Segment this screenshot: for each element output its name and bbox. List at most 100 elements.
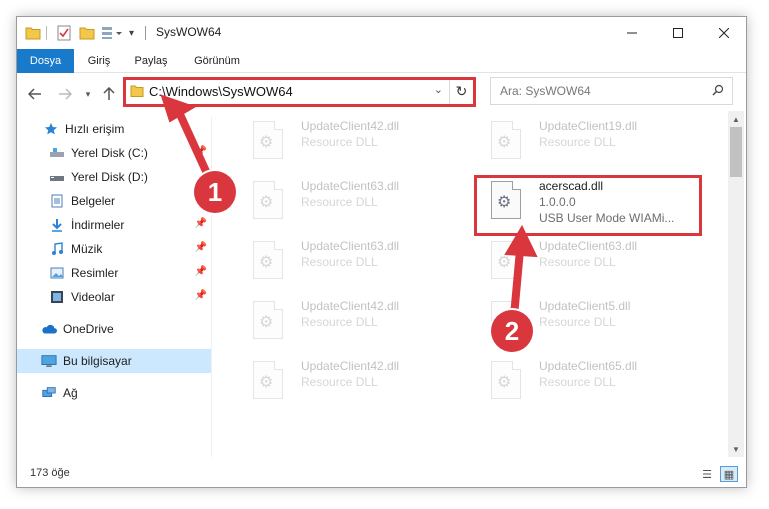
file-item[interactable]: ⚙ UpdateClient42.dll Resource DLL — [233, 297, 455, 351]
forward-button[interactable] — [55, 84, 75, 104]
sidebar-item-network[interactable]: Ağ — [17, 381, 211, 405]
music-icon — [49, 241, 65, 257]
sidebar-item-label: Müzik — [71, 242, 103, 256]
cloud-icon — [41, 321, 57, 337]
file-name: UpdateClient63.dll — [301, 239, 400, 253]
file-type: Resource DLL — [539, 135, 616, 149]
sidebar-item-label: Ağ — [63, 386, 78, 400]
file-highlight-box — [474, 175, 702, 236]
close-button[interactable] — [701, 17, 746, 49]
explorer-window: ▾ SysWOW64 Dosya Giriş Paylaş Görünüm ▾ … — [16, 16, 747, 488]
customize-toolbar-icon[interactable] — [101, 24, 123, 42]
file-name: UpdateClient19.dll — [539, 119, 638, 133]
file-item[interactable]: ⚙ UpdateClient19.dll Resource DLL — [471, 117, 693, 171]
title-divider — [145, 26, 146, 40]
sidebar-item-label: İndirmeler — [71, 218, 125, 232]
pin-icon[interactable]: 📌 — [195, 290, 207, 301]
file-item[interactable]: ⚙ UpdateClient63.dll Resource DLL — [471, 237, 693, 291]
sidebar-item-pictures[interactable]: Resimler 📌 — [17, 261, 211, 285]
file-item[interactable]: ⚙ UpdateClient63.dll Resource DLL — [233, 177, 455, 231]
status-bar: 173 öğe ☰ ▦ — [17, 463, 746, 487]
sidebar-item-label: Resimler — [71, 266, 119, 280]
file-item[interactable]: ⚙ UpdateClient65.dll Resource DLL — [471, 357, 693, 411]
sidebar-item-label: Hızlı erişim — [65, 122, 125, 136]
file-name: UpdateClient65.dll — [539, 359, 638, 373]
dll-file-icon: ⚙ — [491, 241, 521, 279]
file-type: Resource DLL — [539, 255, 616, 269]
file-name: UpdateClient63.dll — [539, 239, 638, 253]
scroll-down-icon[interactable]: ▼ — [728, 441, 744, 457]
dll-file-icon: ⚙ — [253, 301, 283, 339]
sidebar-item-downloads[interactable]: İndirmeler 📌 — [17, 213, 211, 237]
download-icon — [49, 217, 65, 233]
sidebar-item-documents[interactable]: Belgeler 📌 — [17, 189, 211, 213]
callout-step-2: 2 — [491, 310, 533, 352]
sidebar-item-videos[interactable]: Videolar 📌 — [17, 285, 211, 309]
sidebar-item-onedrive[interactable]: OneDrive — [17, 317, 211, 341]
recent-locations-button[interactable]: ▾ — [78, 84, 98, 104]
sidebar-item-this-pc[interactable]: Bu bilgisayar — [17, 349, 211, 373]
window-title: SysWOW64 — [156, 25, 222, 39]
navigation-pane: Hızlı erişim Yerel Disk (C:) 📌 Yerel Dis… — [17, 117, 211, 457]
pin-icon[interactable]: 📌 — [195, 146, 207, 157]
file-item[interactable]: ⚙ UpdateClient63.dll Resource DLL — [233, 237, 455, 291]
sidebar-item-quick-access[interactable]: Hızlı erişim — [17, 117, 211, 141]
network-icon — [41, 385, 57, 401]
sidebar-item-label: Yerel Disk (C:) — [71, 146, 148, 160]
drive-icon — [49, 169, 65, 185]
file-name: UpdateClient5.dll — [539, 299, 631, 313]
chevron-down-icon[interactable]: ▾ — [129, 24, 134, 42]
sidebar-item-music[interactable]: Müzik 📌 — [17, 237, 211, 261]
file-type: Resource DLL — [301, 315, 378, 329]
pin-icon[interactable]: 📌 — [195, 218, 207, 229]
scroll-thumb[interactable] — [730, 127, 742, 177]
search-placeholder[interactable]: Ara: SysWOW64 — [500, 84, 591, 98]
large-icons-view-icon[interactable]: ▦ — [720, 466, 738, 482]
file-item[interactable]: ⚙ UpdateClient42.dll Resource DLL — [233, 357, 455, 411]
back-button[interactable] — [25, 84, 45, 104]
up-button[interactable] — [99, 84, 119, 104]
maximize-button[interactable] — [655, 17, 701, 49]
sidebar-item-disk-d[interactable]: Yerel Disk (D:) — [17, 165, 211, 189]
minimize-button[interactable] — [609, 17, 655, 49]
file-name: UpdateClient63.dll — [301, 179, 400, 193]
dll-file-icon: ⚙ — [491, 361, 521, 399]
sidebar-item-label: Bu bilgisayar — [63, 354, 132, 368]
tab-giris[interactable]: Giriş — [79, 49, 119, 73]
dll-file-icon: ⚙ — [253, 241, 283, 279]
title-bar: ▾ SysWOW64 — [17, 17, 746, 49]
dll-file-icon: ⚙ — [253, 121, 283, 159]
file-name: UpdateClient42.dll — [301, 119, 400, 133]
star-icon — [43, 121, 59, 137]
vertical-scrollbar[interactable]: ▲ ▼ — [728, 111, 744, 457]
sidebar-item-label: OneDrive — [63, 322, 114, 336]
quick-access-divider — [46, 26, 47, 40]
sidebar-item-disk-c[interactable]: Yerel Disk (C:) 📌 — [17, 141, 211, 165]
file-list: ⚙ UpdateClient42.dll Resource DLL ⚙ Upda… — [213, 117, 728, 457]
drive-icon — [49, 145, 65, 161]
item-count: 173 öğe — [30, 467, 70, 479]
dll-file-icon: ⚙ — [253, 181, 283, 219]
pin-icon[interactable]: 📌 — [195, 242, 207, 253]
file-type: Resource DLL — [301, 375, 378, 389]
pictures-icon — [49, 265, 65, 281]
search-icon[interactable] — [712, 84, 724, 99]
tab-dosya[interactable]: Dosya — [17, 49, 74, 73]
pane-divider[interactable] — [211, 117, 212, 457]
file-type: Resource DLL — [539, 375, 616, 389]
documents-icon — [49, 193, 65, 209]
details-view-icon[interactable]: ☰ — [698, 466, 716, 482]
tab-paylas[interactable]: Paylaş — [127, 49, 175, 73]
pin-icon[interactable]: 📌 — [195, 266, 207, 277]
search-box[interactable]: Ara: SysWOW64 — [490, 77, 733, 105]
file-type: Resource DLL — [301, 255, 378, 269]
sidebar-item-label: Videolar — [71, 290, 115, 304]
ribbon-tabs: Dosya Giriş Paylaş Görünüm — [17, 49, 746, 73]
scroll-up-icon[interactable]: ▲ — [728, 111, 744, 127]
file-item[interactable]: ⚙ UpdateClient42.dll Resource DLL — [233, 117, 455, 171]
tab-gorunum[interactable]: Görünüm — [187, 49, 247, 73]
address-highlight-box — [123, 77, 476, 107]
properties-icon[interactable] — [57, 24, 71, 42]
dll-file-icon: ⚙ — [491, 121, 521, 159]
new-folder-icon[interactable] — [79, 24, 95, 42]
